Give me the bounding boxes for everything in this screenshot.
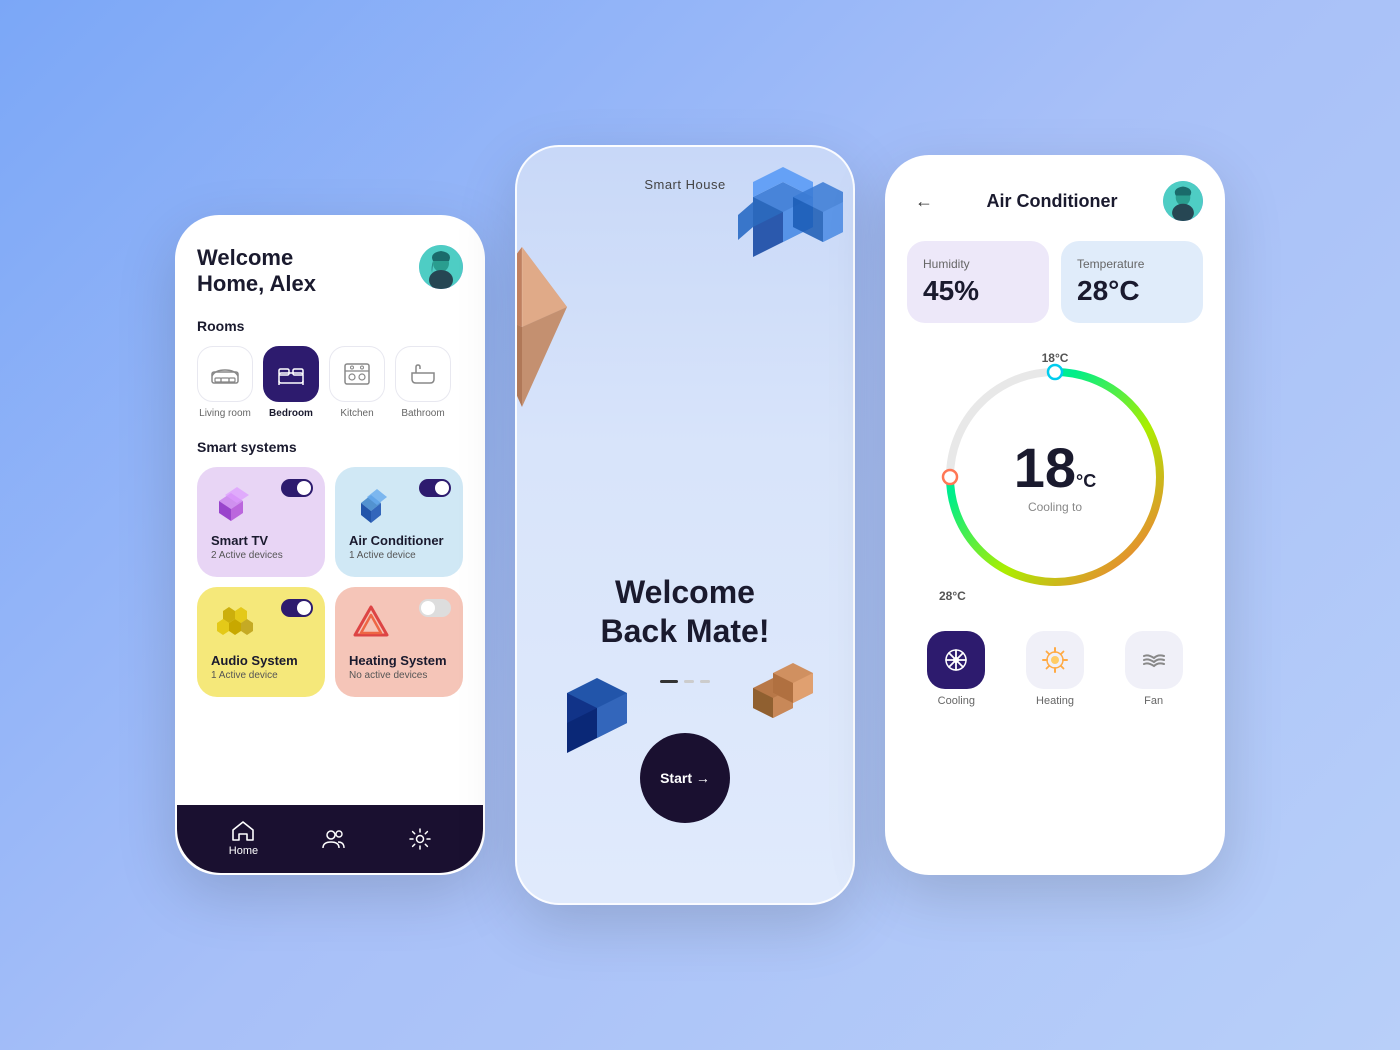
temp-label-max: 28°C: [939, 589, 966, 603]
dot-3: [700, 680, 710, 683]
mode-cooling[interactable]: Cooling: [927, 631, 985, 707]
temperature-card: Temperature 28°C: [1061, 241, 1203, 323]
audio-icon: [211, 601, 255, 645]
nav-users[interactable]: [322, 829, 346, 849]
temp-dial-container: 18°C 28°C 18 °C Cooling to: [907, 347, 1203, 607]
cooling-icon-box: [927, 631, 985, 689]
ac-icon: [349, 481, 393, 525]
systems-section-title: Smart systems: [197, 439, 463, 455]
welcome-line1: Welcome: [615, 574, 755, 610]
tv-name: Smart TV: [211, 533, 311, 548]
mode-fan[interactable]: Fan: [1125, 631, 1183, 707]
nav-home[interactable]: Home: [229, 821, 258, 857]
room-kitchen-icon-box: [329, 346, 385, 402]
avatar[interactable]: [419, 245, 463, 289]
systems-grid: Smart TV 2 Active devices: [197, 467, 463, 697]
welcome-big-text: Welcome Back Mate!: [601, 573, 770, 650]
rooms-section-title: Rooms: [197, 318, 463, 334]
tv-toggle-knob: [297, 481, 311, 495]
audio-toggle-knob: [297, 601, 311, 615]
room-bedroom[interactable]: Bedroom: [263, 346, 319, 419]
humidity-card: Humidity 45%: [907, 241, 1049, 323]
ac-header: ← Air Conditioner: [907, 181, 1203, 221]
fan-icon-box: [1125, 631, 1183, 689]
room-bathroom-icon-box: [395, 346, 451, 402]
mode-heating[interactable]: Heating: [1026, 631, 1084, 707]
dot-2: [684, 680, 694, 683]
smart-house-label: Smart House: [644, 177, 725, 192]
heating-label: Heating: [1036, 695, 1074, 707]
tv-toggle[interactable]: [281, 479, 313, 497]
room-bedroom-icon-box: [263, 346, 319, 402]
dot-active: [660, 680, 678, 683]
ac-avatar[interactable]: [1163, 181, 1203, 221]
welcome-title: WelcomeHome, Alex: [197, 245, 316, 298]
ac-toggle-knob: [435, 481, 449, 495]
deco-blue-top: [733, 167, 833, 277]
bottom-nav: Home: [177, 805, 483, 873]
system-heating-card[interactable]: Heating System No active devices: [335, 587, 463, 697]
deco-diamond: [515, 247, 567, 412]
rooms-grid: Living room Bedroom: [197, 346, 463, 419]
humidity-label: Humidity: [923, 257, 1033, 271]
room-living-label: Living room: [199, 408, 251, 419]
welcome-screen-content: Smart House: [517, 147, 853, 903]
temp-label-min: 18°C: [1042, 351, 1069, 365]
room-living[interactable]: Living room: [197, 346, 253, 419]
temp-unit: °C: [1076, 471, 1096, 492]
room-living-icon-box: [197, 346, 253, 402]
fan-label: Fan: [1144, 695, 1163, 707]
temperature-label: Temperature: [1077, 257, 1187, 271]
temp-subtitle: Cooling to: [1014, 500, 1097, 514]
nav-settings[interactable]: [409, 828, 431, 850]
dots-indicator: [660, 680, 710, 683]
back-button[interactable]: ←: [907, 187, 941, 216]
heating-toggle[interactable]: [419, 599, 451, 617]
heating-name: Heating System: [349, 653, 449, 668]
audio-status: 1 Active device: [211, 670, 311, 681]
home-header: WelcomeHome, Alex: [197, 245, 463, 298]
heating-toggle-knob: [421, 601, 435, 615]
ac-toggle[interactable]: [419, 479, 451, 497]
humidity-value: 45%: [923, 275, 1033, 307]
room-bathroom-label: Bathroom: [401, 408, 444, 419]
welcome-text: WelcomeHome, Alex: [197, 245, 316, 298]
ac-name: Air Conditioner: [349, 533, 449, 548]
heating-status: No active devices: [349, 670, 449, 681]
ac-status: 1 Active device: [349, 550, 449, 561]
system-tv-card[interactable]: Smart TV 2 Active devices: [197, 467, 325, 577]
room-kitchen-label: Kitchen: [340, 408, 373, 419]
system-ac-card[interactable]: Air Conditioner 1 Active device: [335, 467, 463, 577]
temp-center-display: 18 °C Cooling to: [1014, 440, 1097, 514]
mode-buttons: Cooling: [907, 631, 1203, 707]
heating-icon: [349, 601, 393, 645]
system-audio-card[interactable]: Audio System 1 Active device: [197, 587, 325, 697]
room-bathroom[interactable]: Bathroom: [395, 346, 451, 419]
deco-blue-bottom: [547, 663, 637, 763]
stat-cards: Humidity 45% Temperature 28°C: [907, 241, 1203, 323]
start-button[interactable]: Start →: [640, 733, 730, 823]
heating-icon-box: [1026, 631, 1084, 689]
audio-name: Audio System: [211, 653, 311, 668]
room-kitchen[interactable]: Kitchen: [329, 346, 385, 419]
audio-toggle[interactable]: [281, 599, 313, 617]
ac-title: Air Conditioner: [987, 191, 1118, 212]
tv-icon: [211, 481, 255, 525]
temp-current: 18: [1014, 440, 1076, 496]
cooling-label: Cooling: [938, 695, 975, 707]
ac-content: ← Air Conditioner Humidity 45%: [887, 157, 1223, 731]
phone-ac: ← Air Conditioner Humidity 45%: [885, 155, 1225, 875]
welcome-line2: Back Mate!: [601, 613, 770, 649]
tv-status: 2 Active devices: [211, 550, 311, 561]
nav-home-label: Home: [229, 845, 258, 857]
temperature-value: 28°C: [1077, 275, 1187, 307]
deco-bronze-bottom: [743, 663, 813, 753]
room-bedroom-label: Bedroom: [269, 408, 313, 419]
phone-home: WelcomeHome, Alex Rooms: [175, 215, 485, 875]
screens-container: WelcomeHome, Alex Rooms: [175, 145, 1225, 905]
phone-welcome: Smart House: [515, 145, 855, 905]
